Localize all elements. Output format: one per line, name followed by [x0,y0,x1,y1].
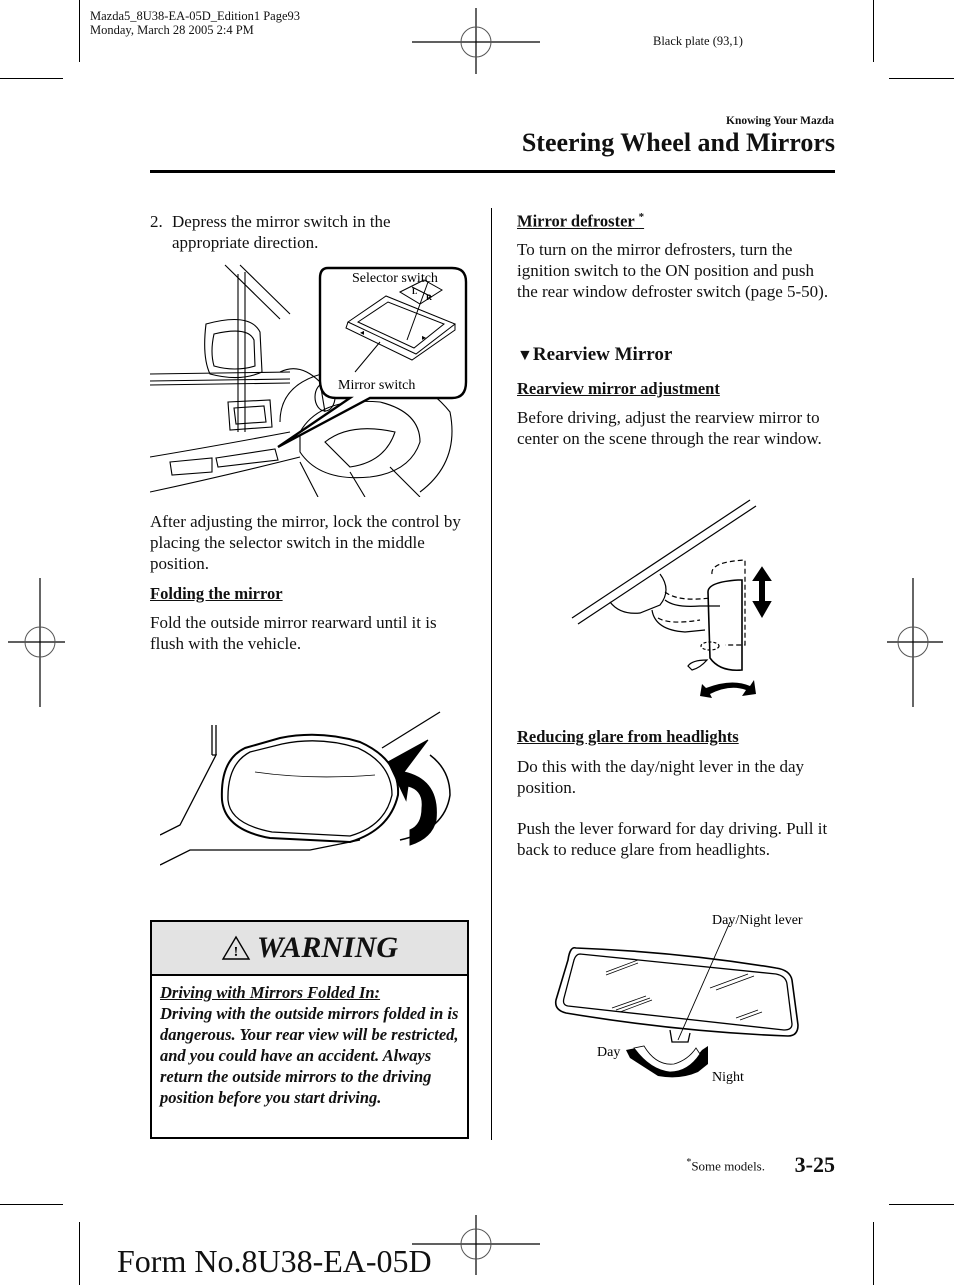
glare-text-1: Do this with the day/night lever in the … [517,757,805,797]
crop-mark [889,78,954,79]
page-number: 3-25 [794,1152,835,1177]
page-title: Steering Wheel and Mirrors [521,128,835,157]
warning-subheading: Driving with Mirrors Folded In: [160,983,381,1002]
day-night-lever-label: Day/Night lever [712,913,803,928]
plate-label: Black plate (93,1) [653,34,743,48]
footnote-text: Some models. [691,1158,765,1174]
crop-mark [873,0,874,62]
some-models-star: * [638,211,645,223]
registration-mark-left [8,578,65,707]
step-2: 2. Depress the mirror switch in the appr… [150,211,440,253]
rearview-adjust-figure [571,499,772,698]
registration-mark-right [887,578,943,707]
switch-L-label: L [412,287,417,296]
section-label: Knowing Your Mazda [726,115,834,127]
crop-mark [0,78,63,79]
step-number: 2. [150,212,163,231]
crop-mark [79,1222,80,1285]
defroster-heading-text: Mirror defroster [517,211,635,231]
title-rule [150,170,835,173]
rearview-section-heading: ▼Rearview Mirror [517,344,672,366]
lock-instruction: After adjusting the mirror, lock the con… [150,512,461,573]
glare-text-2: Push the lever forward for day driving. … [517,819,828,859]
footnote: *Some models. [686,1157,765,1174]
svg-text:▸: ▸ [422,333,426,342]
warning-header: ! WARNING [152,922,467,976]
rearview-heading-text: Rearview Mirror [532,344,673,365]
crop-mark [0,1204,63,1205]
defroster-text: To turn on the mirror defrosters, turn t… [517,240,829,301]
svg-text:!: ! [234,945,239,960]
warning-box: ! WARNING Driving with Mirrors Folded In… [150,920,469,1139]
folding-mirror-figure [160,711,451,866]
defroster-heading: Mirror defroster * [517,211,644,232]
day-label: Day [597,1045,620,1060]
selector-switch-label: Selector switch [352,271,438,286]
crop-mark [79,0,80,62]
switch-R-label: R [426,293,432,302]
mirror-switch-figure: ◂ ▸ L R Selector switch Mirror switch [150,264,468,497]
warning-text: Driving with the outside mirrors folded … [160,1004,459,1107]
step-text: Depress the mirror switch in the appropr… [172,212,391,252]
print-slug: Mazda5_8U38-EA-05D_Edition1 Page93 Monda… [90,9,300,37]
warning-triangle-icon: ! [221,935,251,960]
column-divider [491,208,492,1140]
slug-line-2: Monday, March 28 2005 2:4 PM [90,23,254,37]
crop-mark [873,1222,874,1285]
adjust-heading: Rearview mirror adjustment [517,379,720,398]
night-label: Night [712,1070,744,1085]
registration-mark-top [412,8,540,74]
adjust-text: Before driving, adjust the rearview mirr… [517,408,822,448]
warning-body: Driving with Mirrors Folded In: Driving … [152,976,467,1114]
folding-text: Fold the outside mirror rearward until i… [150,613,437,653]
slug-line-1: Mazda5_8U38-EA-05D_Edition1 Page93 [90,9,301,23]
crop-mark [889,1204,954,1205]
form-number: Form No.8U38-EA-05D [117,1243,432,1279]
mirror-switch-label: Mirror switch [338,378,415,393]
svg-text:◂: ◂ [360,328,364,337]
day-night-lever-figure: Day/Night lever Day Night [554,913,803,1085]
folding-heading: Folding the mirror [150,584,283,603]
glare-heading: Reducing glare from headlights [517,727,739,746]
warning-title: WARNING [256,931,399,964]
triangle-marker-icon: ▼ [517,347,533,364]
